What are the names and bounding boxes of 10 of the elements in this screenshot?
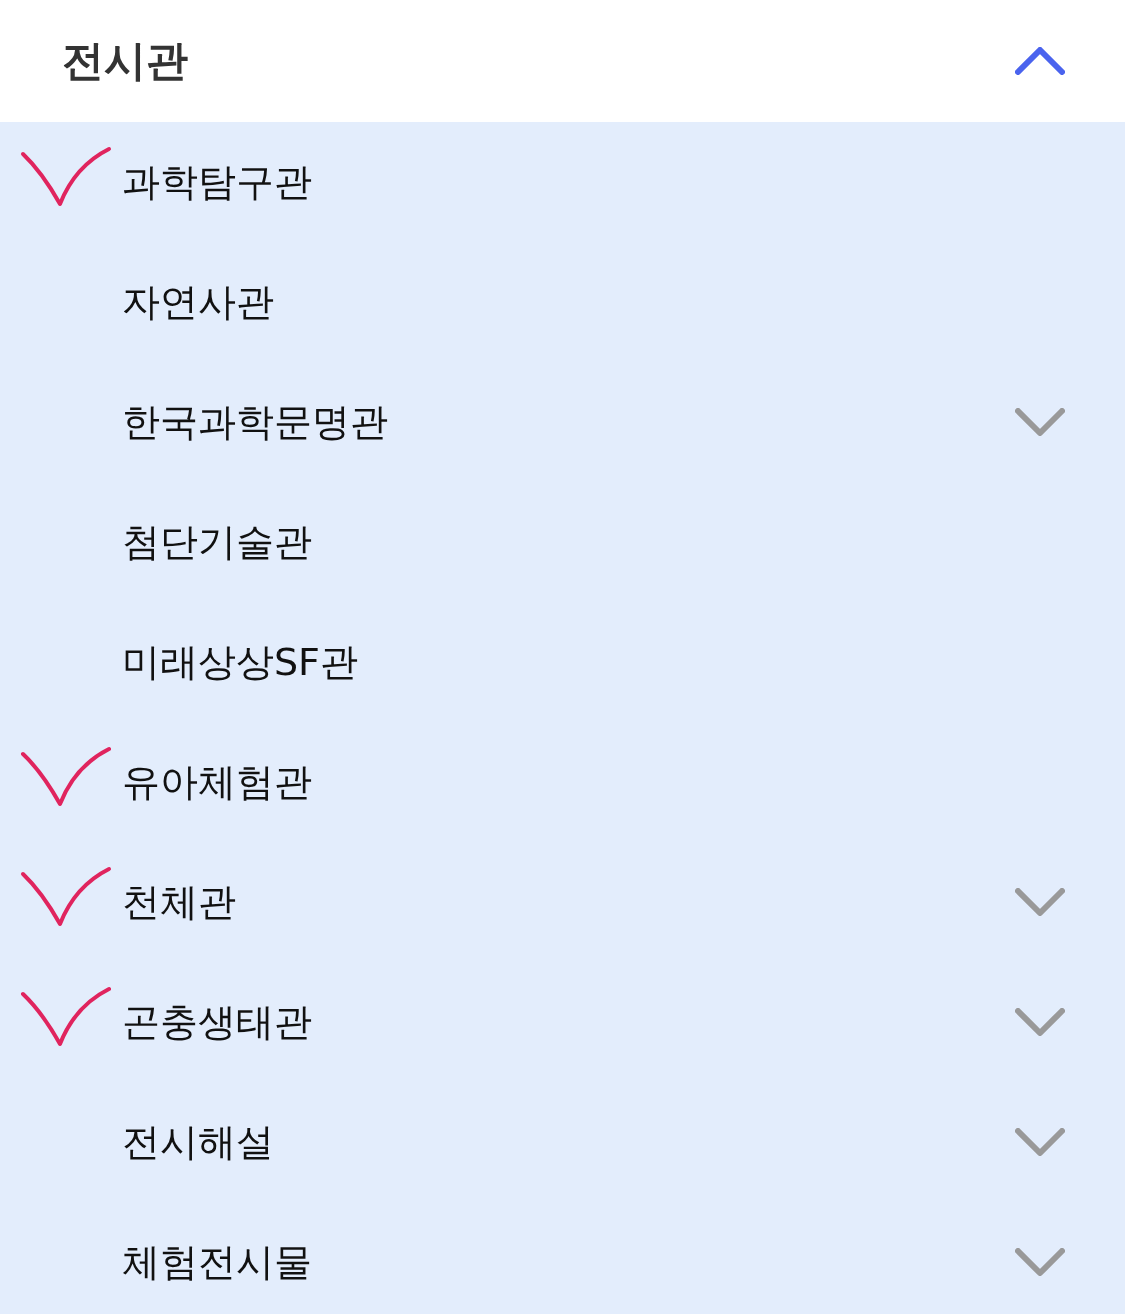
menu-item[interactable]: 한국과학문명관 bbox=[0, 362, 1125, 482]
menu-item[interactable]: 곤충생태관 bbox=[0, 962, 1125, 1082]
menu-item[interactable]: 첨단기술관 bbox=[0, 482, 1125, 602]
menu-item[interactable]: 미래상상SF관 bbox=[0, 602, 1125, 722]
menu-item[interactable]: 과학탐구관 bbox=[0, 122, 1125, 242]
menu-item[interactable]: 유아체험관 bbox=[0, 722, 1125, 842]
menu-item[interactable]: 자연사관 bbox=[0, 242, 1125, 362]
menu-item[interactable]: 천체관 bbox=[0, 842, 1125, 962]
menu-item[interactable]: 전시해설 bbox=[0, 1082, 1125, 1202]
menu-item[interactable]: 체험전시물 bbox=[0, 1202, 1125, 1314]
